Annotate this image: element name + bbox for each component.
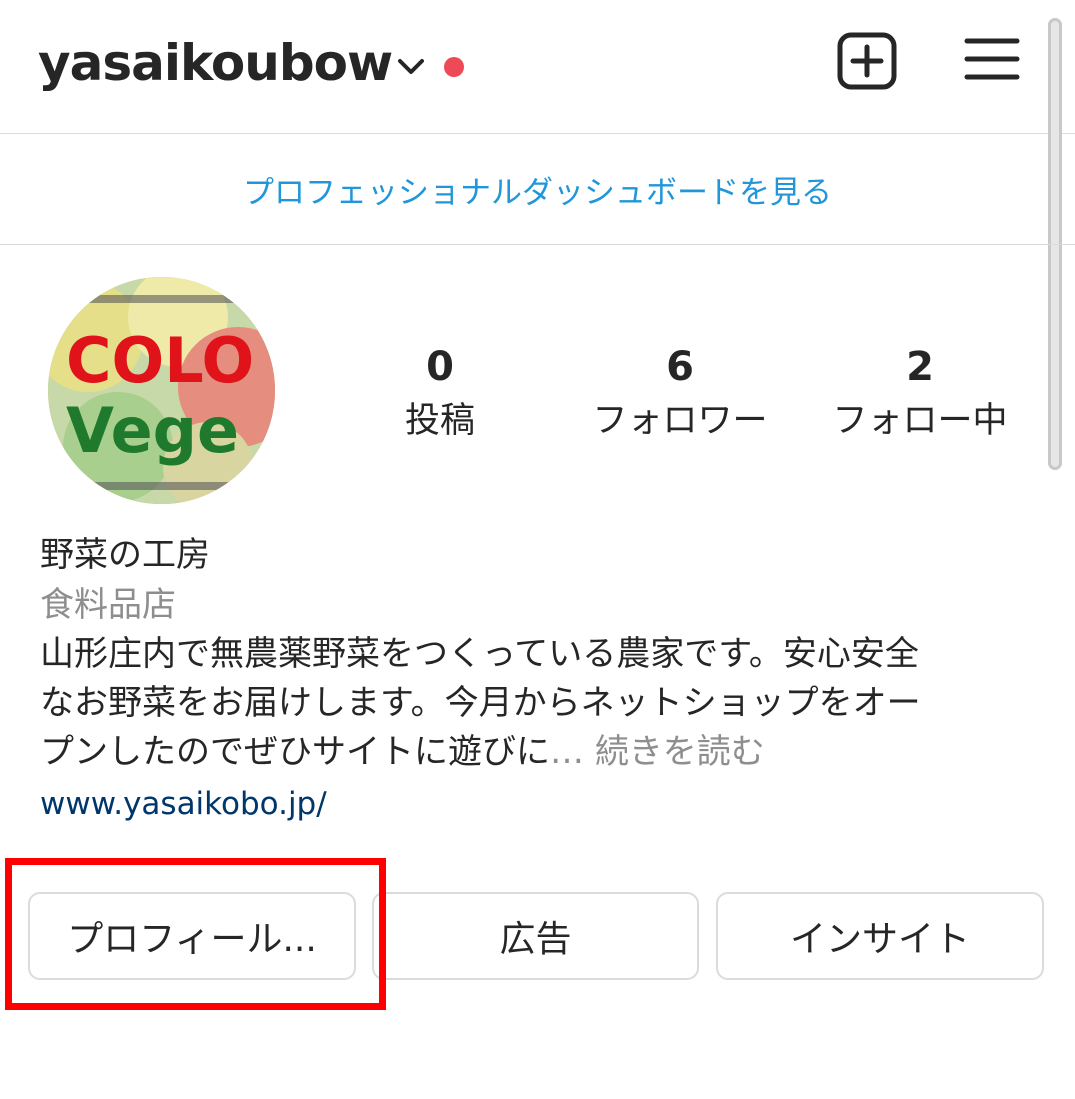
bio-line-2: なお野菜をお届けします。今月からネットショップをオー <box>40 683 921 723</box>
following-count: 2 <box>906 344 934 390</box>
website-link[interactable]: www.yasaikobo.jp/ <box>40 777 1040 831</box>
highlight-annotation <box>5 858 386 1010</box>
dashboard-row: プロフェッショナルダッシュボードを見る <box>0 134 1075 245</box>
professional-dashboard-link[interactable]: プロフェッショナルダッシュボードを見る <box>0 134 1075 244</box>
avatar-text-line1: COLO <box>66 324 254 397</box>
plus-square-icon[interactable] <box>836 31 898 91</box>
posts-count: 0 <box>426 344 454 390</box>
chevron-down-icon[interactable] <box>394 54 428 78</box>
avatar-text-line2: Vege <box>66 394 239 467</box>
stat-following[interactable]: 2 フォロー中 <box>800 338 1040 446</box>
bio-line-1: 山形庄内で無農薬野菜をつくっている農家です。安心安全 <box>40 634 919 674</box>
top-bar: yasaikoubow <box>0 0 1075 134</box>
insights-button[interactable]: インサイト <box>716 892 1044 980</box>
bio-line-3-text: プンしたのでぜひサイトに遊びに <box>40 732 550 772</box>
profile-page: yasaikoubow プロフェッショナルダッシュボードを見る COLO Veg… <box>0 0 1075 1099</box>
username-switcher[interactable]: yasaikoubow <box>38 28 393 98</box>
avatar-image: COLO Vege <box>48 277 275 504</box>
profile-name: 野菜の工房 <box>40 535 210 575</box>
followers-count: 6 <box>666 344 694 390</box>
following-label: フォロー中 <box>832 401 1008 441</box>
ads-button[interactable]: 広告 <box>372 892 699 980</box>
posts-label: 投稿 <box>404 401 475 441</box>
profile-category: 食料品店 <box>40 585 176 625</box>
stat-posts[interactable]: 0 投稿 <box>320 338 560 446</box>
notification-dot <box>444 57 464 77</box>
bio-ellipsis: … <box>550 732 584 772</box>
followers-label: フォロワー <box>592 401 768 441</box>
stat-followers[interactable]: 6 フォロワー <box>560 338 800 446</box>
bio-line-3: プンしたのでぜひサイトに遊びに… 続きを読む <box>40 728 1020 777</box>
read-more-link[interactable]: 続きを読む <box>595 732 765 772</box>
bio-text: 山形庄内で無農薬野菜をつくっている農家です。安心安全 なお野菜をお届けします。今… <box>40 630 1020 777</box>
avatar[interactable]: COLO Vege <box>48 277 275 504</box>
bio-section: 野菜の工房 食料品店 山形庄内で無農薬野菜をつくっている農家です。安心安全 なお… <box>40 530 1040 831</box>
hamburger-menu-icon[interactable] <box>964 36 1020 82</box>
